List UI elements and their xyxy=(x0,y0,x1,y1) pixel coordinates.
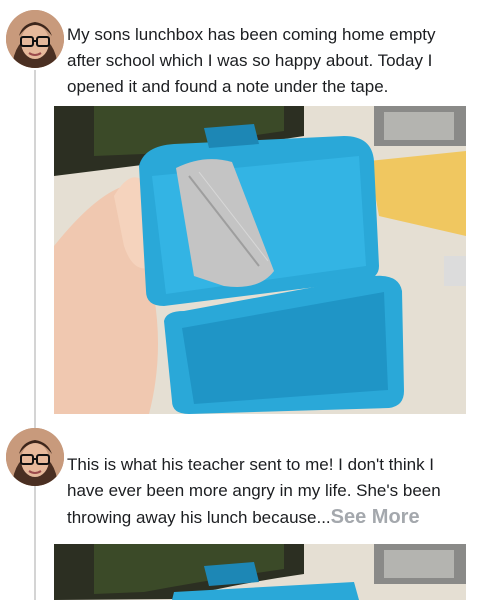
see-more-link[interactable]: See More xyxy=(331,506,420,528)
avatar[interactable] xyxy=(6,10,64,68)
thread-line xyxy=(34,70,36,600)
post-text: My sons lunchbox has been coming home em… xyxy=(67,25,436,96)
user-avatar-icon xyxy=(6,428,64,486)
post-photo[interactable] xyxy=(54,544,466,600)
avatar[interactable] xyxy=(6,428,64,486)
post-photo[interactable] xyxy=(54,106,466,414)
lunchbox-photo-icon xyxy=(54,544,466,600)
post-text: This is what his teacher sent to me! I d… xyxy=(67,452,469,531)
user-avatar-icon xyxy=(6,10,64,68)
lunchbox-photo-icon xyxy=(54,106,466,414)
